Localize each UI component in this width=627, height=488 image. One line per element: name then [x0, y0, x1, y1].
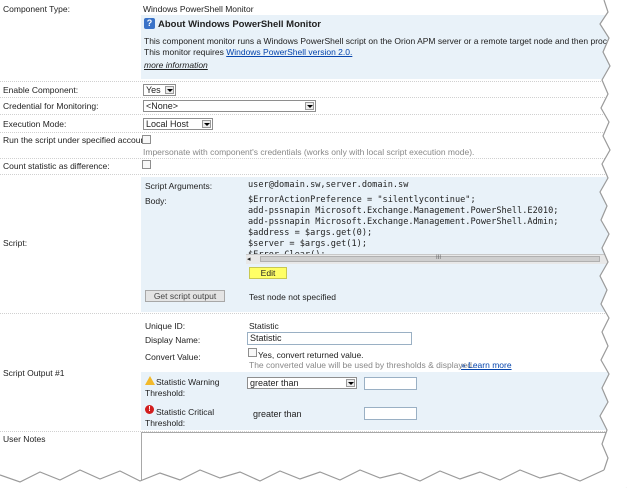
edit-script-button[interactable]: Edit — [249, 267, 287, 279]
script-arguments-label: Script Arguments: — [145, 181, 213, 191]
powershell-version-link[interactable]: Windows PowerShell version 2.0. — [226, 47, 352, 57]
script-arguments-value[interactable]: user@domain.sw,server.domain.sw — [248, 180, 408, 190]
script-body-line: $server = $args.get(1); — [248, 239, 367, 249]
critical-threshold-input[interactable] — [364, 407, 417, 420]
warning-icon — [145, 376, 155, 385]
script-horizontal-scrollbar[interactable]: ◂ III — [246, 254, 627, 264]
user-notes-label: User Notes — [3, 434, 46, 444]
learn-more-link-text[interactable]: » Learn more — [461, 360, 512, 370]
dropdown-arrow-icon — [165, 86, 174, 94]
unique-id-label: Unique ID: — [145, 321, 186, 331]
get-script-output-button[interactable]: Get script output — [145, 290, 225, 302]
more-information-link[interactable]: more information — [144, 60, 208, 70]
enable-component-select[interactable]: Yes — [143, 84, 176, 96]
about-description: This component monitor runs a Windows Po… — [144, 36, 627, 46]
about-title: About Windows PowerShell Monitor — [158, 19, 321, 30]
script-body-line: $ErrorActionPreference = "silentlycontin… — [248, 195, 476, 205]
warning-operator-value: greater than — [250, 378, 299, 388]
critical-icon: ! — [145, 405, 154, 414]
about-requirement: This monitor requires Windows PowerShell… — [144, 47, 352, 57]
convert-value-label: Convert Value: — [145, 352, 201, 362]
script-body-line: $address = $args.get(0); — [248, 228, 373, 238]
script-label: Script: — [3, 238, 28, 248]
script-body-editor[interactable]: $ErrorActionPreference = "silentlycontin… — [246, 194, 627, 262]
convert-value-checkbox[interactable] — [248, 348, 257, 357]
learn-more-link[interactable]: » Learn more — [461, 360, 512, 370]
run-account-label: Run the script under specified account: — [3, 135, 150, 145]
about-requirement-text: This monitor requires — [144, 47, 227, 57]
critical-threshold-label: Statistic Critical — [156, 407, 215, 417]
display-name-input[interactable]: Statistic — [247, 332, 412, 345]
scrollbar-grip: III — [436, 255, 442, 261]
test-node-status: Test node not specified — [249, 292, 336, 302]
script-body-line: add-pssnapin Microsoft.Exchange.Manageme… — [248, 206, 559, 216]
run-account-note: Impersonate with component's credentials… — [143, 147, 475, 157]
dropdown-arrow-icon — [202, 120, 211, 128]
dropdown-arrow-icon — [305, 102, 314, 110]
script-output-label: Script Output #1 — [3, 368, 65, 378]
execution-mode-label: Execution Mode: — [3, 119, 67, 129]
dropdown-arrow-icon — [346, 379, 355, 387]
convert-value-checkbox-label: Yes, convert returned value. — [258, 350, 364, 360]
component-type-label: Component Type: — [3, 4, 70, 14]
execution-mode-select[interactable]: Local Host — [143, 118, 213, 130]
warning-threshold-label-2: Threshold: — [145, 388, 186, 398]
warning-threshold-label: Statistic Warning — [156, 377, 220, 387]
credential-select[interactable]: <None> — [143, 100, 316, 112]
enable-component-label: Enable Component: — [3, 85, 79, 95]
warning-operator-select[interactable]: greater than — [247, 377, 357, 389]
scroll-left-arrow-icon[interactable]: ◂ — [247, 256, 251, 263]
execution-mode-value: Local Host — [146, 119, 189, 129]
help-icon: ? — [144, 18, 155, 29]
user-notes-textarea[interactable] — [141, 432, 627, 488]
enable-component-value: Yes — [146, 85, 161, 95]
count-statistic-label: Count statistic as difference: — [3, 161, 110, 171]
critical-operator-value: greater than — [253, 409, 302, 419]
convert-value-note: The converted value will be used by thre… — [249, 360, 475, 370]
warning-threshold-input[interactable] — [364, 377, 417, 390]
run-account-checkbox[interactable] — [142, 135, 151, 144]
count-statistic-checkbox[interactable] — [142, 160, 151, 169]
credential-label: Credential for Monitoring: — [3, 101, 99, 111]
unique-id-value: Statistic — [249, 321, 279, 331]
component-type-value: Windows PowerShell Monitor — [143, 4, 254, 14]
script-body-label: Body: — [145, 196, 167, 206]
credential-value: <None> — [146, 101, 179, 111]
script-body-line: add-pssnapin Microsoft.Exchange.Manageme… — [248, 217, 559, 227]
scrollbar-thumb[interactable]: III — [260, 255, 600, 262]
critical-threshold-label-2: Threshold: — [145, 418, 186, 428]
display-name-label: Display Name: — [145, 335, 201, 345]
